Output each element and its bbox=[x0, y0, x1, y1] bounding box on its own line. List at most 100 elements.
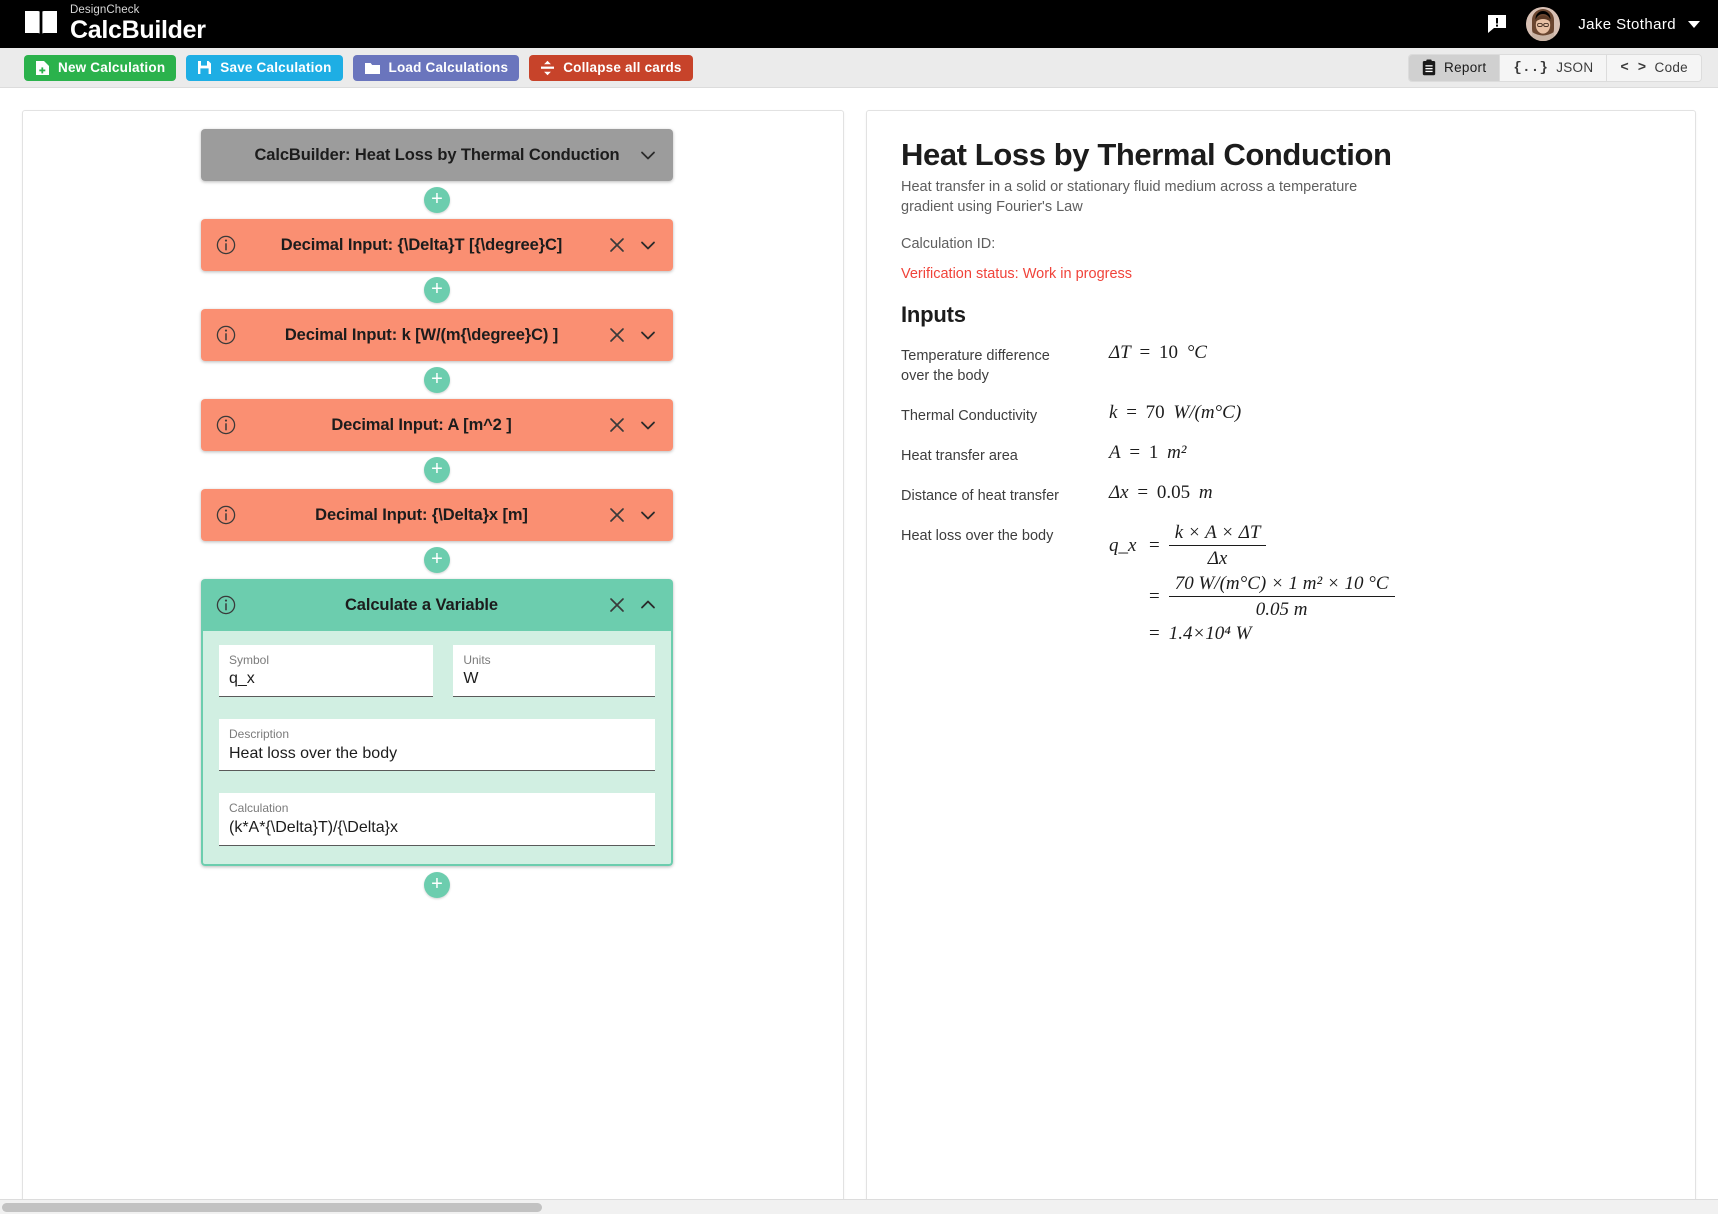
brand-subtitle: DesignCheck bbox=[70, 3, 140, 16]
root-card-header[interactable]: CalcBuilder: Heat Loss by Thermal Conduc… bbox=[201, 129, 673, 181]
add-card-button[interactable]: + bbox=[424, 277, 450, 303]
chevron-down-icon[interactable] bbox=[637, 234, 659, 256]
info-icon[interactable] bbox=[215, 324, 237, 346]
symbol-field-value: q_x bbox=[229, 670, 255, 688]
chevron-up-icon[interactable] bbox=[637, 594, 659, 616]
collapse-icon bbox=[541, 60, 555, 75]
info-icon-wrap[interactable] bbox=[215, 234, 237, 256]
add-card-row: + bbox=[201, 451, 673, 489]
result-symbolic-line: q_x = k × A × ΔT Δx bbox=[1109, 522, 1267, 571]
page-horizontal-scrollbar-thumb[interactable] bbox=[2, 1203, 542, 1212]
close-icon[interactable] bbox=[606, 594, 628, 616]
caret-down-icon[interactable] bbox=[1688, 20, 1700, 28]
input-card-actions bbox=[606, 414, 659, 436]
report-content: Heat Loss by Thermal Conduction Heat tra… bbox=[867, 111, 1695, 689]
input-card-header[interactable]: Decimal Input: A [m^2 ] bbox=[201, 399, 673, 451]
result-row-heat-loss: Heat loss over the body q_x = k × A × ΔT… bbox=[901, 522, 1661, 648]
info-icon[interactable] bbox=[215, 234, 237, 256]
info-icon-wrap[interactable] bbox=[215, 324, 237, 346]
calculation-field-label: Calculation bbox=[229, 801, 289, 816]
brand-logo-block[interactable]: DesignCheck CalcBuilder bbox=[24, 3, 206, 45]
equals-sign: = bbox=[1149, 586, 1160, 608]
close-icon[interactable] bbox=[606, 414, 628, 436]
info-icon-wrap[interactable] bbox=[215, 414, 237, 436]
input-card-actions bbox=[606, 324, 659, 346]
close-icon[interactable] bbox=[606, 324, 628, 346]
numeric-numerator: 70 W/(m°C) × 1 m² × 10 °C bbox=[1174, 572, 1389, 594]
equals-sign: = bbox=[1126, 401, 1137, 423]
tab-code[interactable]: < > Code bbox=[1607, 54, 1701, 81]
user-name-label[interactable]: Jake Stothard bbox=[1578, 16, 1676, 33]
tab-json[interactable]: {..} JSON bbox=[1500, 54, 1608, 81]
description-field[interactable]: Description Heat loss over the body bbox=[219, 719, 655, 772]
equals-sign: = bbox=[1149, 623, 1160, 645]
input-label: Temperature difference over the body bbox=[901, 347, 1050, 384]
user-avatar[interactable] bbox=[1526, 7, 1561, 41]
info-icon[interactable] bbox=[215, 504, 237, 526]
calculate-card-title: Calculate a Variable bbox=[344, 595, 498, 614]
info-icon[interactable] bbox=[215, 414, 237, 436]
view-mode-segmented-control: Report {..} JSON < > Code bbox=[1408, 53, 1702, 82]
calculation-id-label: Calculation ID: bbox=[901, 235, 996, 252]
info-icon-wrap[interactable] bbox=[215, 594, 237, 616]
add-card-button[interactable]: + bbox=[424, 871, 450, 898]
add-card-button[interactable]: + bbox=[424, 187, 450, 213]
symbolic-denominator: Δx bbox=[1168, 545, 1267, 570]
info-icon-wrap[interactable] bbox=[215, 504, 237, 526]
chevron-down-icon[interactable] bbox=[637, 324, 659, 346]
calculate-card-header[interactable]: Calculate a Variable bbox=[201, 579, 673, 631]
calculate-variable-card[interactable]: Calculate a Variable Symbol q_x Units W … bbox=[201, 579, 673, 866]
new-calculation-button[interactable]: New Calculation bbox=[24, 54, 177, 81]
report-title: Heat Loss by Thermal Conduction bbox=[901, 137, 1392, 172]
save-calculation-button[interactable]: Save Calculation bbox=[186, 54, 343, 81]
curly-braces-icon: {..} bbox=[1513, 59, 1549, 76]
close-icon[interactable] bbox=[606, 504, 628, 526]
page-horizontal-scrollbar[interactable] bbox=[0, 1199, 1718, 1214]
input-card-a[interactable]: Decimal Input: A [m^2 ] bbox=[201, 399, 673, 451]
action-toolbar: New Calculation Save Calculation Load Ca… bbox=[0, 48, 1718, 88]
brand-title: CalcBuilder bbox=[70, 16, 206, 45]
input-card-delta-t[interactable]: Decimal Input: {\Delta}T [{\degree}C] bbox=[201, 219, 673, 271]
report-description: Heat transfer in a solid or stationary f… bbox=[901, 178, 1358, 216]
input-card-title: Decimal Input: {\Delta}T [{\degree}C] bbox=[280, 235, 563, 254]
chevron-down-icon[interactable] bbox=[637, 504, 659, 526]
units-field-value: W bbox=[463, 670, 479, 688]
symbol-field[interactable]: Symbol q_x bbox=[219, 645, 434, 698]
tab-report[interactable]: Report bbox=[1409, 54, 1501, 81]
input-units: °C bbox=[1186, 341, 1207, 363]
collapse-all-cards-button[interactable]: Collapse all cards bbox=[529, 54, 693, 81]
input-units: m² bbox=[1167, 441, 1187, 463]
input-card-k[interactable]: Decimal Input: k [W/(m{\degree}C) ] bbox=[201, 309, 673, 361]
add-card-button[interactable]: + bbox=[424, 367, 450, 393]
root-calculation-card[interactable]: CalcBuilder: Heat Loss by Thermal Conduc… bbox=[201, 129, 673, 181]
input-card-delta-x[interactable]: Decimal Input: {\Delta}x [m] bbox=[201, 489, 673, 541]
input-row-a: Heat transfer area A = 1 m² bbox=[901, 442, 1661, 466]
add-card-glyph: + bbox=[431, 872, 443, 895]
input-label: Heat transfer area bbox=[901, 447, 1018, 464]
feedback-speech-bubble-icon[interactable] bbox=[1486, 13, 1508, 35]
add-card-button[interactable]: + bbox=[424, 547, 450, 573]
card-stack: CalcBuilder: Heat Loss by Thermal Conduc… bbox=[193, 129, 673, 904]
add-card-glyph: + bbox=[431, 548, 443, 570]
chevron-down-icon[interactable] bbox=[637, 414, 659, 436]
units-field[interactable]: Units W bbox=[453, 645, 656, 698]
add-card-row: + bbox=[201, 271, 673, 309]
equals-sign: = bbox=[1139, 341, 1151, 363]
input-card-header[interactable]: Decimal Input: {\Delta}x [m] bbox=[201, 489, 673, 541]
add-card-glyph: + bbox=[431, 368, 443, 390]
input-symbol: ΔT bbox=[1109, 341, 1131, 363]
input-card-actions bbox=[606, 504, 659, 526]
input-card-title: Decimal Input: A [m^2 ] bbox=[331, 415, 512, 434]
info-icon[interactable] bbox=[215, 594, 237, 616]
result-final-value: 1.4×10⁴ W bbox=[1168, 623, 1252, 645]
chevron-down-icon[interactable] bbox=[637, 144, 659, 166]
input-card-header[interactable]: Decimal Input: {\Delta}T [{\degree}C] bbox=[201, 219, 673, 271]
close-icon[interactable] bbox=[606, 234, 628, 256]
calculation-field[interactable]: Calculation (k*A*{\Delta}T)/{\Delta}x bbox=[219, 793, 655, 846]
root-card-actions bbox=[637, 144, 659, 166]
input-units: W/(m°C) bbox=[1173, 401, 1242, 423]
add-card-button[interactable]: + bbox=[424, 457, 450, 483]
input-card-header[interactable]: Decimal Input: k [W/(m{\degree}C) ] bbox=[201, 309, 673, 361]
load-calculations-button[interactable]: Load Calculations bbox=[352, 54, 520, 81]
add-card-row: + bbox=[201, 866, 673, 904]
